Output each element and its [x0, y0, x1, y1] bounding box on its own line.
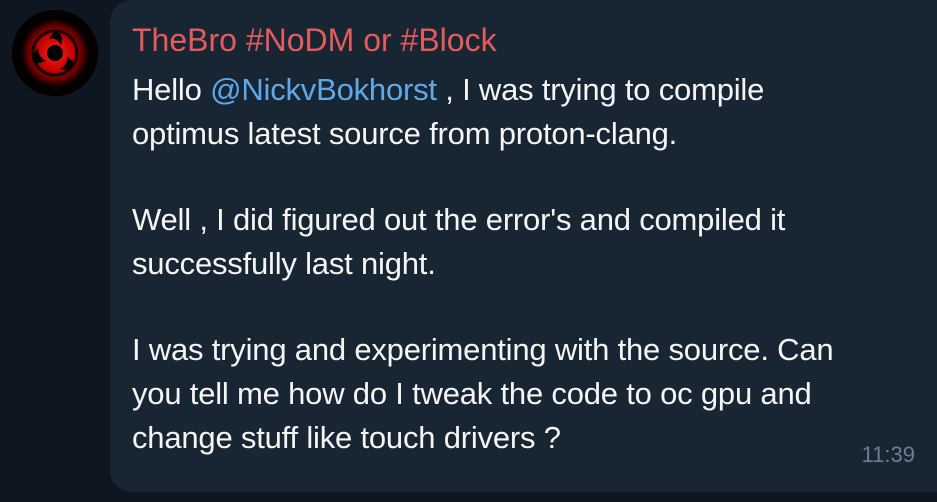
text-fragment: , I was trying to compile: [436, 72, 765, 107]
message-bubble[interactable]: TheBro #NoDM or #Block Hello @NickvBokho…: [110, 0, 937, 492]
message-line: you tell me how do I tweak the code to o…: [132, 376, 812, 411]
paragraph-break: [132, 156, 922, 198]
message-timestamp: 11:39: [861, 442, 915, 467]
message-line: Hello @NickvBokhorst , I was trying to c…: [132, 68, 922, 112]
message-text: Hello @NickvBokhorst , I was trying to c…: [132, 68, 922, 460]
chat-area: TheBro #NoDM or #Block Hello @NickvBokho…: [0, 0, 937, 502]
mention-link[interactable]: @NickvBokhorst: [210, 72, 437, 107]
message-line: successfully last night.: [132, 246, 436, 281]
sharingan-icon: [12, 10, 98, 96]
sender-name[interactable]: TheBro #NoDM or #Block: [132, 21, 497, 59]
message-line: Well , I did figured out the error's and…: [132, 202, 786, 237]
message-line: optimus latest source from proton-clang.: [132, 116, 678, 151]
text-fragment: Hello: [132, 72, 211, 107]
avatar[interactable]: [12, 10, 98, 96]
paragraph-break: [132, 286, 922, 328]
message-line: change stuff like touch drivers ?: [132, 420, 561, 455]
message-line: I was trying and experimenting with the …: [132, 332, 834, 367]
